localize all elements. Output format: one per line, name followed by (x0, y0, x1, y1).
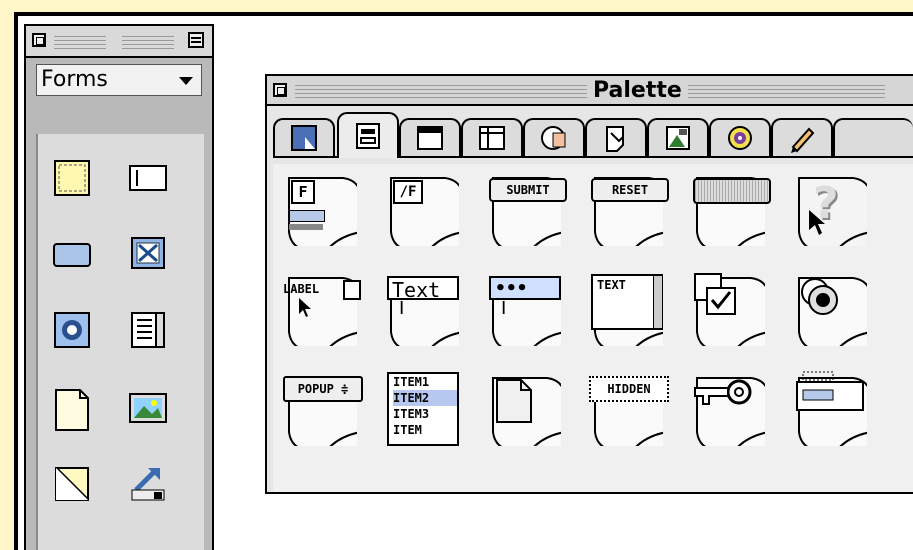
list-item[interactable]: ITEM1 ITEM2 ITEM3 ITEM (383, 368, 465, 450)
checkbox-icon (694, 273, 736, 315)
label-item[interactable]: LABEL (281, 268, 363, 350)
close-box-icon[interactable] (273, 83, 287, 97)
tab-form-elements[interactable] (337, 112, 399, 158)
pointer-cursor-icon (299, 298, 311, 317)
tab-disk[interactable] (523, 118, 585, 156)
frames-tab-icon (479, 126, 505, 150)
palette-window: Palette F /F SUBMIT RESET ? LABEL Text I… (265, 74, 913, 494)
file-upload-item[interactable] (791, 368, 873, 450)
list-entry: ITEM2 (393, 390, 457, 406)
desktop-area: Forms Palette F /F SUBMIT RESET ? LABEL … (18, 16, 913, 550)
palette-title-bar[interactable]: Palette (267, 76, 913, 104)
document-icon (496, 379, 532, 423)
form-field-glyph (289, 224, 323, 230)
blank-button-item[interactable] (689, 168, 771, 250)
tab-pencil[interactable] (771, 118, 833, 156)
tab-image[interactable] (647, 118, 709, 156)
checkbox-item[interactable] (689, 268, 771, 350)
label-field-glyph (343, 280, 361, 300)
form-end-item[interactable]: /F (383, 168, 465, 250)
form-start-item[interactable]: F (281, 168, 363, 250)
screen-frame: Forms Palette F /F SUBMIT RESET ? LABEL … (14, 12, 913, 550)
scrolling-list-tool-icon[interactable] (128, 310, 168, 350)
button-tool-icon[interactable] (52, 234, 92, 274)
key-item[interactable] (689, 368, 771, 450)
submit-button-item[interactable]: SUBMIT (485, 168, 567, 250)
hidden-label: HIDDEN (589, 376, 669, 402)
pointer-cursor-icon (809, 210, 825, 235)
password-field-label: ••• (489, 276, 561, 300)
checkbox-tool-icon[interactable] (128, 234, 168, 274)
title-grip (122, 33, 174, 49)
category-select-value: Forms (41, 67, 108, 92)
text-field-tool-icon[interactable] (128, 158, 168, 198)
password-field-item[interactable]: ••• I (485, 268, 567, 350)
link-arrow-tool-icon[interactable] (128, 464, 168, 504)
blank-page-item[interactable] (485, 368, 567, 450)
form-field-glyph (289, 210, 325, 222)
text-field-item[interactable]: Text I (383, 268, 465, 350)
palette-title: Palette (587, 78, 688, 103)
reset-button-item[interactable]: RESET (587, 168, 669, 250)
document-tab-icon (606, 126, 624, 152)
list-entry: ITEM (393, 423, 422, 437)
popup-label: POPUP ≑ (283, 376, 363, 402)
chevron-down-icon (179, 77, 193, 85)
label-text: LABEL (283, 282, 320, 296)
list-entry: ITEM3 (393, 407, 430, 421)
zoom-box-icon[interactable] (188, 32, 204, 48)
form-area-tool-icon[interactable] (52, 158, 92, 198)
blank-page-tool-icon[interactable] (52, 388, 92, 431)
tool-grid (36, 134, 204, 550)
radio-button-item[interactable] (791, 268, 873, 350)
tools-body: Forms (26, 58, 212, 550)
textarea-scrollbar-glyph (653, 276, 662, 328)
image-tool-icon[interactable] (128, 388, 168, 428)
radio-button-tool-icon[interactable] (52, 310, 92, 350)
tab-cursor[interactable] (273, 118, 335, 156)
form-end-label: /F (393, 180, 423, 204)
palette-tabs (273, 112, 913, 158)
palette-body: F /F SUBMIT RESET ? LABEL Text I ••• I T… (267, 106, 913, 492)
submit-label: SUBMIT (489, 178, 567, 202)
tab-window[interactable] (399, 118, 461, 156)
tools-window: Forms (24, 24, 214, 550)
text-field-label: Text (387, 276, 459, 302)
form-start-label: F (291, 180, 315, 204)
list-box-glyph: ITEM1 ITEM2 ITEM3 ITEM (387, 372, 459, 446)
media-tab-icon (728, 126, 752, 150)
tab-frames[interactable] (461, 118, 523, 156)
popup-menu-item[interactable]: POPUP ≑ (281, 368, 363, 450)
disk-tab-icon (541, 126, 566, 150)
window-tab-icon (417, 126, 443, 150)
cursor-tab-icon (291, 125, 317, 151)
textarea-item[interactable]: TEXT (587, 268, 669, 350)
title-grip (54, 33, 106, 49)
tab-media[interactable] (709, 118, 771, 156)
pencil-tab-icon (791, 127, 815, 153)
list-entry: ITEM1 (393, 375, 430, 389)
tab-overflow[interactable] (833, 118, 913, 156)
blank-button-glyph (693, 178, 771, 204)
radio-button-icon (801, 278, 838, 315)
category-select[interactable]: Forms (36, 64, 202, 96)
tab-document[interactable] (585, 118, 647, 156)
diagonal-line-tool-icon[interactable] (52, 464, 92, 504)
form-elements-tab-icon (356, 123, 380, 149)
text-cursor-icon: I (501, 298, 507, 319)
file-field-icon (796, 371, 864, 411)
hidden-field-item[interactable]: HIDDEN (587, 368, 669, 450)
palette-items-grid: F /F SUBMIT RESET ? LABEL Text I ••• I T… (273, 164, 913, 492)
close-box-icon[interactable] (32, 33, 46, 47)
tools-title-bar[interactable] (26, 26, 212, 56)
image-tab-icon (666, 126, 690, 150)
help-item[interactable]: ? (791, 168, 873, 250)
text-cursor-icon: I (399, 298, 405, 319)
reset-label: RESET (591, 178, 669, 202)
key-icon (694, 379, 752, 405)
